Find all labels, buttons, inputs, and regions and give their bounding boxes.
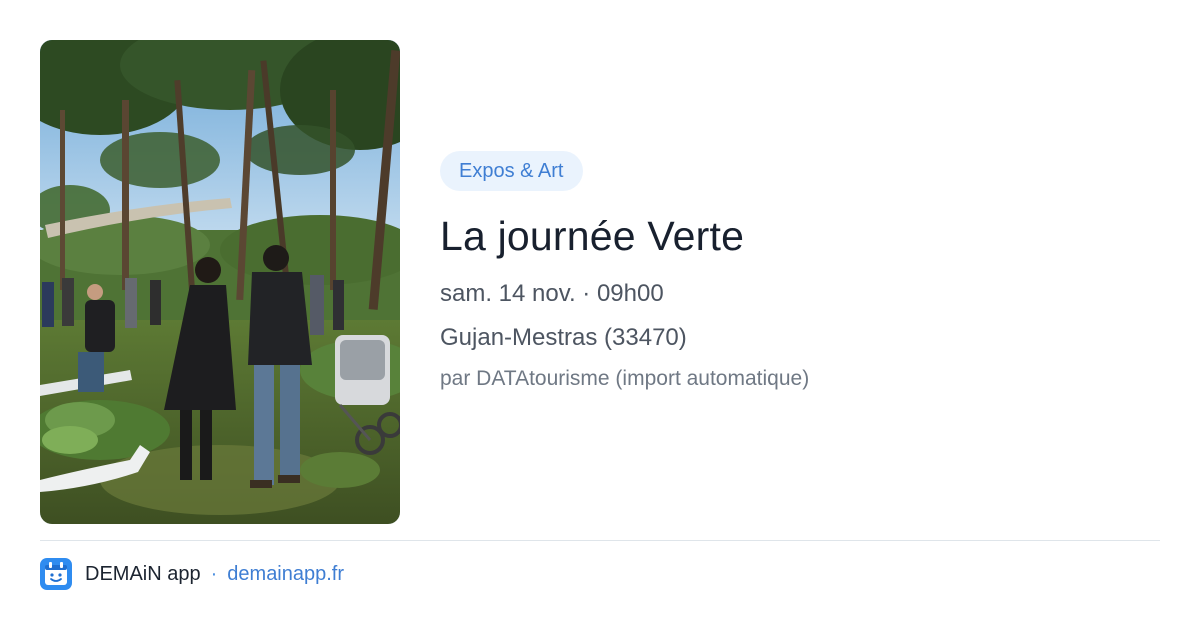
app-domain-link[interactable]: demainapp.fr <box>227 563 344 586</box>
event-title: La journée Verte <box>440 213 745 259</box>
footer-separator: · <box>210 562 218 585</box>
event-card[interactable]: Expos & Art La journée Verte sam. 14 nov… <box>0 0 1200 630</box>
app-name: DEMAiN app <box>85 562 201 585</box>
category-tag[interactable]: Expos & Art <box>440 151 583 191</box>
footer: DEMAiN app · demainapp.fr <box>40 558 344 590</box>
event-datetime: sam. 14 nov. · 09h00 <box>440 280 664 307</box>
demain-app-icon <box>40 558 72 590</box>
divider <box>40 540 1160 541</box>
event-info: Expos & Art La journée Verte sam. 14 nov… <box>440 151 1160 393</box>
event-author: par DATAtourisme (import automatique) <box>440 367 810 390</box>
event-location: Gujan-Mestras (33470) <box>440 324 687 351</box>
event-photo <box>40 40 400 524</box>
